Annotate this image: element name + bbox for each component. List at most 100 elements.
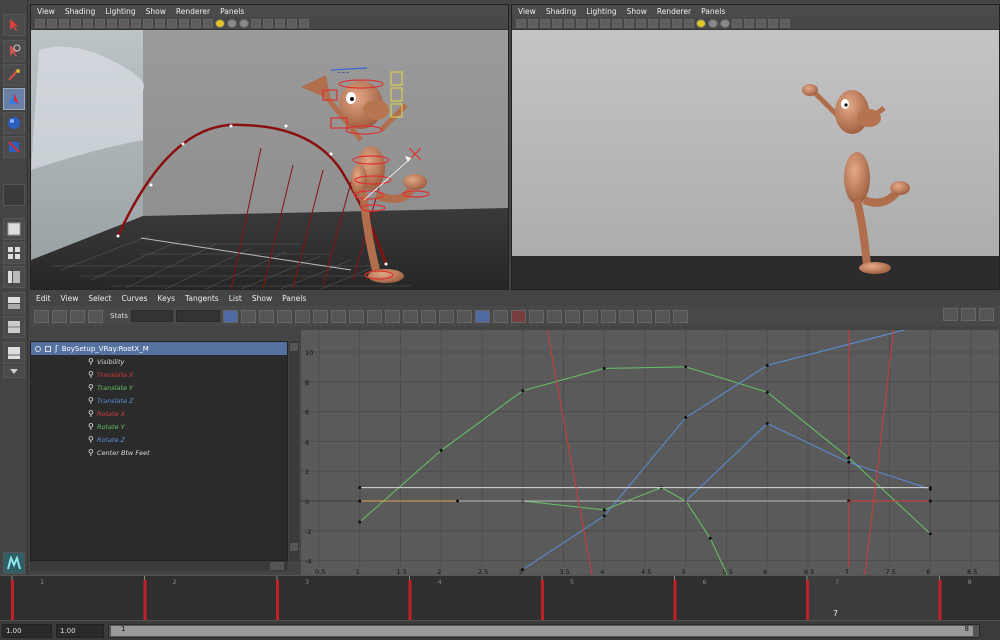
ge-menu-panels[interactable]: Panels <box>282 294 306 303</box>
ge-menu-keys[interactable]: Keys <box>158 294 176 303</box>
layout-dropdown-icon[interactable] <box>3 366 25 378</box>
channel-row[interactable]: ⚲ Translate Y <box>31 381 287 394</box>
channel-row[interactable]: ⚲ Rotate Y <box>31 420 287 433</box>
resolution-gate-icon[interactable] <box>107 18 117 28</box>
frame-all-icon[interactable] <box>258 309 274 323</box>
film-gate-icon[interactable] <box>576 18 586 28</box>
add-keys-tool-icon[interactable] <box>70 309 85 323</box>
hypershade-layout-icon[interactable] <box>3 316 25 338</box>
xray-icon[interactable] <box>768 18 778 28</box>
menu-view[interactable]: View <box>518 7 536 16</box>
textured-icon[interactable] <box>203 18 213 28</box>
range-start-field[interactable]: 1.00 <box>2 624 52 638</box>
move-keys-tool-icon[interactable] <box>34 309 49 323</box>
wireframe-on-shaded-icon[interactable] <box>672 18 682 28</box>
channel-pin-icon[interactable]: ⚲ <box>88 370 94 379</box>
time-slider[interactable]: 1 2 3 4 5 6 7 8 7 <box>0 575 1000 621</box>
expand-box-icon[interactable] <box>45 345 51 352</box>
field-chart-icon[interactable] <box>612 18 622 28</box>
open-dope-sheet-icon[interactable] <box>654 309 670 323</box>
channel-pin-icon[interactable]: ⚲ <box>88 422 94 431</box>
image-plane-icon[interactable] <box>71 18 81 28</box>
xray-joints-icon[interactable] <box>780 18 790 28</box>
motion-blur-icon[interactable] <box>732 18 742 28</box>
channel-pin-icon[interactable]: ⚲ <box>88 357 94 366</box>
safe-title-icon[interactable] <box>155 18 165 28</box>
isolate-select-icon[interactable] <box>275 18 285 28</box>
xray-joints-icon[interactable] <box>299 18 309 28</box>
ge-menu-view[interactable]: View <box>61 294 79 303</box>
ge-menu-tangents[interactable]: Tangents <box>185 294 219 303</box>
field-chart-icon[interactable] <box>131 18 141 28</box>
linear-tangent-icon[interactable] <box>330 309 346 323</box>
grid-icon[interactable] <box>564 18 574 28</box>
perspective-viewport-left[interactable]: View Shading Lighting Show Renderer Pane… <box>30 4 509 290</box>
bookmark-icon[interactable] <box>540 18 550 28</box>
xray-icon[interactable] <box>287 18 297 28</box>
insert-keys-tool-icon[interactable] <box>52 309 67 323</box>
film-gate-icon[interactable] <box>95 18 105 28</box>
scroll-right-icon[interactable] <box>270 562 284 570</box>
flat-tangent-icon[interactable] <box>348 309 364 323</box>
anti-alias-icon[interactable] <box>744 18 754 28</box>
post-infinity-icon[interactable] <box>600 309 616 323</box>
ge-menu-show[interactable]: Show <box>252 294 272 303</box>
default-light-icon[interactable] <box>696 18 706 28</box>
image-plane-icon[interactable] <box>552 18 562 28</box>
channel-pin-icon[interactable]: ⚲ <box>88 396 94 405</box>
pre-infinity-icon[interactable] <box>582 309 598 323</box>
lock-tangent-weight-icon[interactable] <box>456 309 472 323</box>
viewport-left-canvas[interactable]: ~~~ <box>31 30 508 289</box>
bookmark-icon[interactable] <box>59 18 69 28</box>
step-tangent-icon[interactable] <box>366 309 382 323</box>
resolution-gate-icon[interactable] <box>588 18 598 28</box>
ge-menu-edit[interactable]: Edit <box>36 294 51 303</box>
stats-value-field[interactable] <box>175 310 220 322</box>
shadows-icon[interactable] <box>227 18 237 28</box>
wireframe-icon[interactable] <box>648 18 658 28</box>
channel-row[interactable]: ⚲ Center Btw Feet <box>31 446 287 459</box>
motion-blur-icon[interactable] <box>251 18 261 28</box>
normalize-icon[interactable] <box>546 309 562 323</box>
camera-attr-icon[interactable] <box>528 18 538 28</box>
curve-graph[interactable]: 10 8 6 4 2 0 -2 -4 0.5 1 1.5 2 2.5 3 3.5 4 4.5 5 5.5 6 6.5 7 7… <box>301 329 999 591</box>
channel-row[interactable]: ⚲ Rotate Z <box>31 433 287 446</box>
value-snap-icon[interactable] <box>528 309 544 323</box>
frame-selection-icon[interactable] <box>276 309 292 323</box>
perspective-viewport-right[interactable]: View Shading Lighting Show Renderer Pane… <box>511 4 1000 290</box>
free-tangent-weight-icon[interactable] <box>438 309 454 323</box>
cycle-offset-icon[interactable] <box>636 309 652 323</box>
clamped-tangent-icon[interactable] <box>312 309 328 323</box>
last-tool-slot[interactable] <box>3 184 25 206</box>
time-snap-icon[interactable] <box>510 309 526 323</box>
outliner-scrollbar[interactable] <box>289 341 299 561</box>
camera-attr-icon[interactable] <box>47 18 57 28</box>
swap-buffer-icon[interactable] <box>240 309 256 323</box>
camera-icon[interactable] <box>35 18 45 28</box>
menu-panels[interactable]: Panels <box>220 7 244 16</box>
plateau-tangent-icon[interactable] <box>384 309 400 323</box>
stats-time-field[interactable] <box>130 310 173 322</box>
menu-panels[interactable]: Panels <box>701 7 725 16</box>
view-options-icon[interactable] <box>979 308 994 321</box>
outliner-layout-icon[interactable] <box>3 266 25 288</box>
shadows-icon[interactable] <box>708 18 718 28</box>
lattice-deform-icon[interactable] <box>88 309 103 323</box>
select-tool-icon[interactable] <box>3 14 25 36</box>
gate-mask-icon[interactable] <box>119 18 129 28</box>
single-perspective-layout-icon[interactable] <box>3 218 25 240</box>
menu-show[interactable]: Show <box>627 7 647 16</box>
channel-pin-icon[interactable]: ⚲ <box>88 435 94 444</box>
collapse-icon[interactable] <box>35 345 41 352</box>
unify-tangents-icon[interactable] <box>420 309 436 323</box>
curve-scale-icon[interactable] <box>943 308 958 321</box>
channel-pin-icon[interactable]: ⚲ <box>88 448 94 457</box>
safe-title-icon[interactable] <box>636 18 646 28</box>
isolate-select-icon[interactable] <box>756 18 766 28</box>
menu-shading[interactable]: Shading <box>546 7 576 16</box>
menu-lighting[interactable]: Lighting <box>586 7 616 16</box>
view-list-icon[interactable] <box>961 308 976 321</box>
buffer-curve-snapshot-icon[interactable] <box>222 309 238 323</box>
channel-row[interactable]: ⚲ Translate X <box>31 368 287 381</box>
channel-pin-icon[interactable]: ⚲ <box>88 409 94 418</box>
